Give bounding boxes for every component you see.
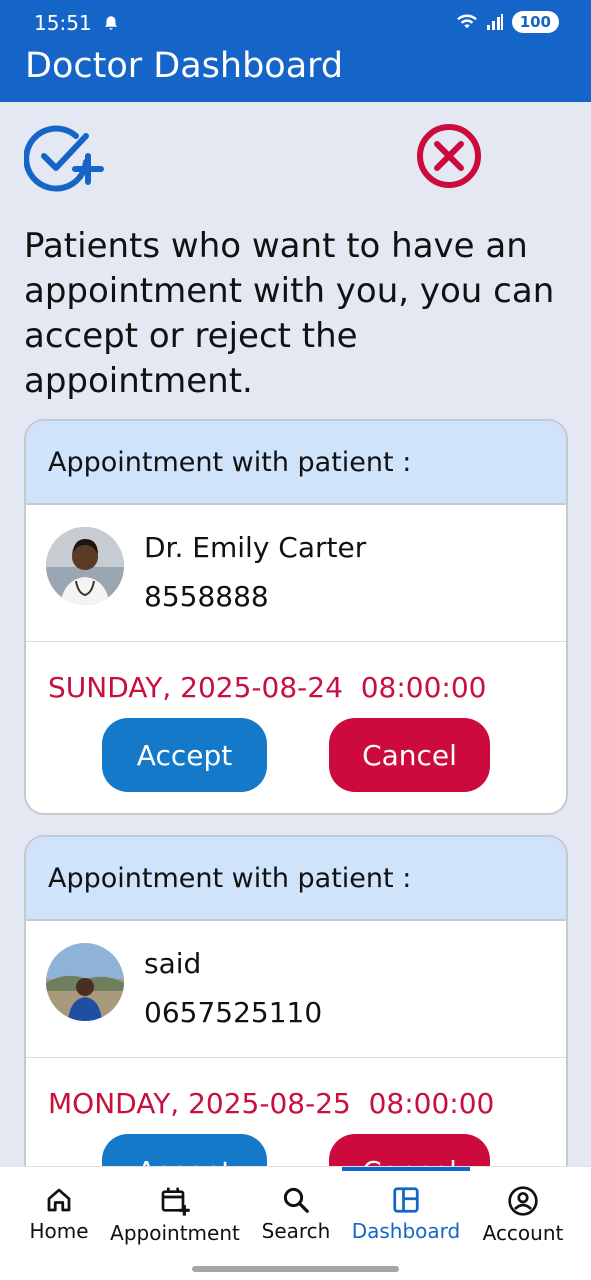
nav-dashboard[interactable]: Dashboard: [347, 1167, 465, 1267]
signal-icon: [486, 14, 503, 30]
battery-indicator: 100: [511, 11, 559, 33]
nav-label: Home: [29, 1219, 89, 1243]
patient-phone: 8558888: [144, 580, 269, 613]
cancel-button[interactable]: Cancel: [329, 718, 490, 792]
patient-name: said: [144, 947, 202, 980]
patient-info: Dr. Emily Carter 8558888: [26, 505, 566, 642]
nav-home[interactable]: Home: [0, 1167, 118, 1267]
app-bar: 15:51 100 Doctor Dashboard: [0, 0, 591, 102]
home-icon: [47, 1188, 71, 1212]
nav-label: Appointment: [110, 1221, 240, 1245]
dashboard-icon: [393, 1187, 419, 1213]
reject-all-icon[interactable]: [410, 122, 490, 194]
card-heading: Appointment with patient :: [26, 837, 566, 921]
card-heading: Appointment with patient :: [26, 421, 566, 505]
appointment-datetime: MONDAY, 2025-08-25 08:00:00: [48, 1087, 495, 1120]
patient-info: said 0657525110: [26, 921, 566, 1058]
gesture-bar: [192, 1266, 399, 1272]
appointment-datetime: SUNDAY, 2025-08-24 08:00:00: [48, 671, 487, 704]
patient-avatar: [46, 943, 124, 1021]
nav-search[interactable]: Search: [237, 1167, 355, 1267]
bottom-navigation: Home Appointment Search Dashboard Accoun…: [0, 1166, 591, 1280]
status-bar-right: 100: [456, 11, 559, 33]
nav-account[interactable]: Account: [464, 1167, 582, 1267]
nav-label: Account: [482, 1221, 564, 1245]
patient-phone: 0657525110: [144, 996, 323, 1029]
patient-avatar: [46, 527, 124, 605]
intro-text: Patients who want to have an appointment…: [24, 226, 555, 401]
accept-all-icon[interactable]: [23, 122, 104, 194]
status-bar-left: 15:51: [34, 11, 120, 35]
search-icon: [283, 1187, 309, 1213]
status-time: 15:51: [34, 11, 92, 35]
calendar-add-icon: [161, 1187, 190, 1216]
accept-button[interactable]: Accept: [102, 718, 267, 792]
appointment-card: Appointment with patient : Dr. Emily Car…: [24, 419, 568, 815]
nav-label: Search: [261, 1219, 331, 1243]
nav-label: Dashboard: [351, 1219, 461, 1243]
account-icon: [508, 1186, 538, 1216]
wifi-icon: [456, 14, 477, 29]
patient-name: Dr. Emily Carter: [144, 531, 367, 564]
page-title: Doctor Dashboard: [25, 46, 344, 86]
nav-appointment[interactable]: Appointment: [110, 1167, 240, 1267]
alarm-icon: [104, 16, 117, 30]
